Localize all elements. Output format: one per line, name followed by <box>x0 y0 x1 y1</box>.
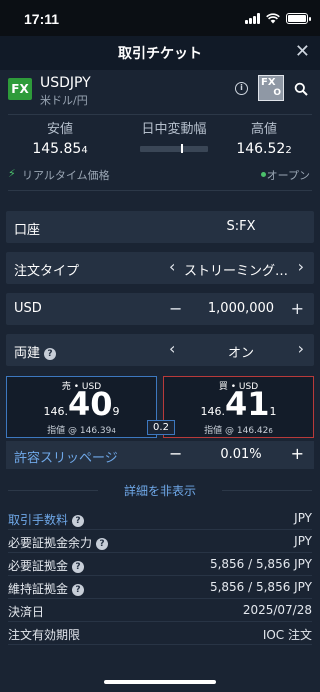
buy-button[interactable]: 買 • USD 146.411 指値 @ 146.426 <box>163 376 314 438</box>
hedge-selector[interactable]: 両建? ‹ オン › <box>6 334 314 366</box>
daily-rates: 安値 145.854 日中変動幅 高値 146.522 <box>0 118 320 160</box>
slippage-label[interactable]: 許容スリッページ <box>14 447 118 466</box>
divider <box>8 190 312 191</box>
market-status: オープン <box>266 169 310 182</box>
detail-value: JPY <box>294 511 312 525</box>
ticket-header: 取引チケット ✕ <box>0 36 320 70</box>
daily-range-bar <box>140 144 208 153</box>
divider <box>8 575 312 576</box>
spread-badge: 0.2 <box>147 420 175 435</box>
high-price: 高値 146.522 <box>232 118 296 157</box>
divider <box>8 552 312 553</box>
order-type-label: 注文タイプ <box>14 264 80 279</box>
battery-icon <box>286 12 311 24</box>
instrument-code: USDJPY <box>40 75 91 91</box>
quantity-currency-label: USD <box>14 301 42 316</box>
divider <box>8 598 312 599</box>
instrument-name: 米ドル/円 <box>40 94 88 107</box>
detail-label: 決済日 <box>8 605 45 619</box>
help-icon[interactable]: ? <box>72 561 85 573</box>
detail-row-required-margin: 必要証拠金? 5,856 / 5,856 JPY <box>0 554 320 576</box>
fx-badge: FX <box>8 78 32 100</box>
detail-label: 必要証拠金? <box>8 557 85 574</box>
status-icons <box>245 11 311 25</box>
low-value: 145.854 <box>32 141 88 157</box>
range-marker <box>181 144 183 153</box>
high-label: 高値 <box>250 122 277 137</box>
sell-limit-price: 指値 @ 146.394 <box>47 426 116 436</box>
divider <box>8 114 312 115</box>
detail-row-commission: 取引手数料? JPY <box>0 508 320 530</box>
fx-options-bottom: O <box>273 88 281 98</box>
divider <box>8 644 312 645</box>
chevron-left-icon[interactable]: ‹ <box>169 257 175 276</box>
detail-label: 必要証拠金余力? <box>8 534 109 551</box>
daily-range: 日中変動幅 <box>124 118 224 137</box>
page-title: 取引チケット <box>118 46 202 62</box>
lightning-icon: ⚡ <box>8 167 16 180</box>
detail-value: 5,856 / 5,856 JPY <box>209 580 312 594</box>
fx-options-icon[interactable]: FX O <box>258 75 284 101</box>
help-icon[interactable]: ? <box>44 348 57 360</box>
order-type-selector[interactable]: 注文タイプ ‹ ストリーミング… › <box>6 252 314 284</box>
help-icon[interactable]: ? <box>72 515 85 527</box>
high-value: 146.522 <box>236 141 292 157</box>
buy-limit-price: 指値 @ 146.426 <box>204 426 273 436</box>
market-open-dot-icon <box>261 172 266 177</box>
account-field[interactable]: 口座 S:FX <box>6 211 314 243</box>
home-indicator[interactable] <box>104 680 216 684</box>
hedge-value: オン <box>227 346 254 361</box>
hide-details-toggle[interactable]: 詳細を非表示 <box>0 482 320 499</box>
detail-value: IOC 注文 <box>262 628 312 642</box>
chevron-right-icon[interactable]: › <box>298 257 304 276</box>
hedge-label: 両建 <box>14 346 41 361</box>
sell-price: 146.409 <box>43 385 120 423</box>
account-value: S:FX <box>226 219 256 234</box>
detail-row-maintenance-margin: 維持証拠金? 5,856 / 5,856 JPY <box>0 577 320 599</box>
low-price: 安値 145.854 <box>28 118 92 157</box>
divider <box>8 529 312 530</box>
detail-value: 2025/07/28 <box>242 603 312 617</box>
chevron-right-icon[interactable]: › <box>298 339 304 358</box>
plus-icon[interactable]: + <box>291 444 304 463</box>
range-label: 日中変動幅 <box>141 122 207 137</box>
help-icon[interactable]: ? <box>72 584 85 596</box>
realtime-row: ⚡ リアルタイム価格 オープン <box>0 167 320 183</box>
plus-icon[interactable]: + <box>291 299 304 318</box>
help-icon[interactable]: ? <box>96 538 109 550</box>
cellular-signal-icon <box>245 12 260 24</box>
divider <box>8 621 312 622</box>
detail-label: 維持証拠金? <box>8 580 85 597</box>
wifi-icon <box>266 12 280 23</box>
detail-row-order-duration: 注文有効期限 IOC 注文 <box>0 623 320 645</box>
status-bar: 17:11 <box>0 0 320 36</box>
detail-value: 5,856 / 5,856 JPY <box>209 557 312 571</box>
close-icon[interactable]: ✕ <box>295 41 310 62</box>
buy-price: 146.411 <box>200 385 277 423</box>
realtime-label: リアルタイム価格 <box>22 169 110 182</box>
account-label: 口座 <box>14 223 41 238</box>
detail-value: JPY <box>294 534 312 548</box>
instrument-row: FX USDJPY 米ドル/円 i FX O <box>0 70 320 114</box>
search-icon[interactable] <box>294 82 308 96</box>
low-label: 安値 <box>46 122 73 137</box>
detail-label: 注文有効期限 <box>8 628 81 642</box>
detail-row-settlement-date: 決済日 2025/07/28 <box>0 600 320 622</box>
hedge-label-group: 両建? <box>14 342 57 361</box>
slippage-stepper[interactable]: 許容スリッページ − 0.01% + <box>6 441 314 469</box>
info-icon[interactable]: i <box>235 82 248 95</box>
order-type-value: ストリーミング… <box>184 264 289 279</box>
detail-row-available-margin: 必要証拠金余力? JPY <box>0 531 320 553</box>
status-time: 17:11 <box>24 11 60 27</box>
detail-label[interactable]: 取引手数料? <box>8 511 85 528</box>
sell-button[interactable]: 売 • USD 146.409 指値 @ 146.394 <box>6 376 157 438</box>
quantity-stepper[interactable]: USD − 1,000,000 + <box>6 293 314 325</box>
fx-options-top: FX <box>261 77 276 88</box>
